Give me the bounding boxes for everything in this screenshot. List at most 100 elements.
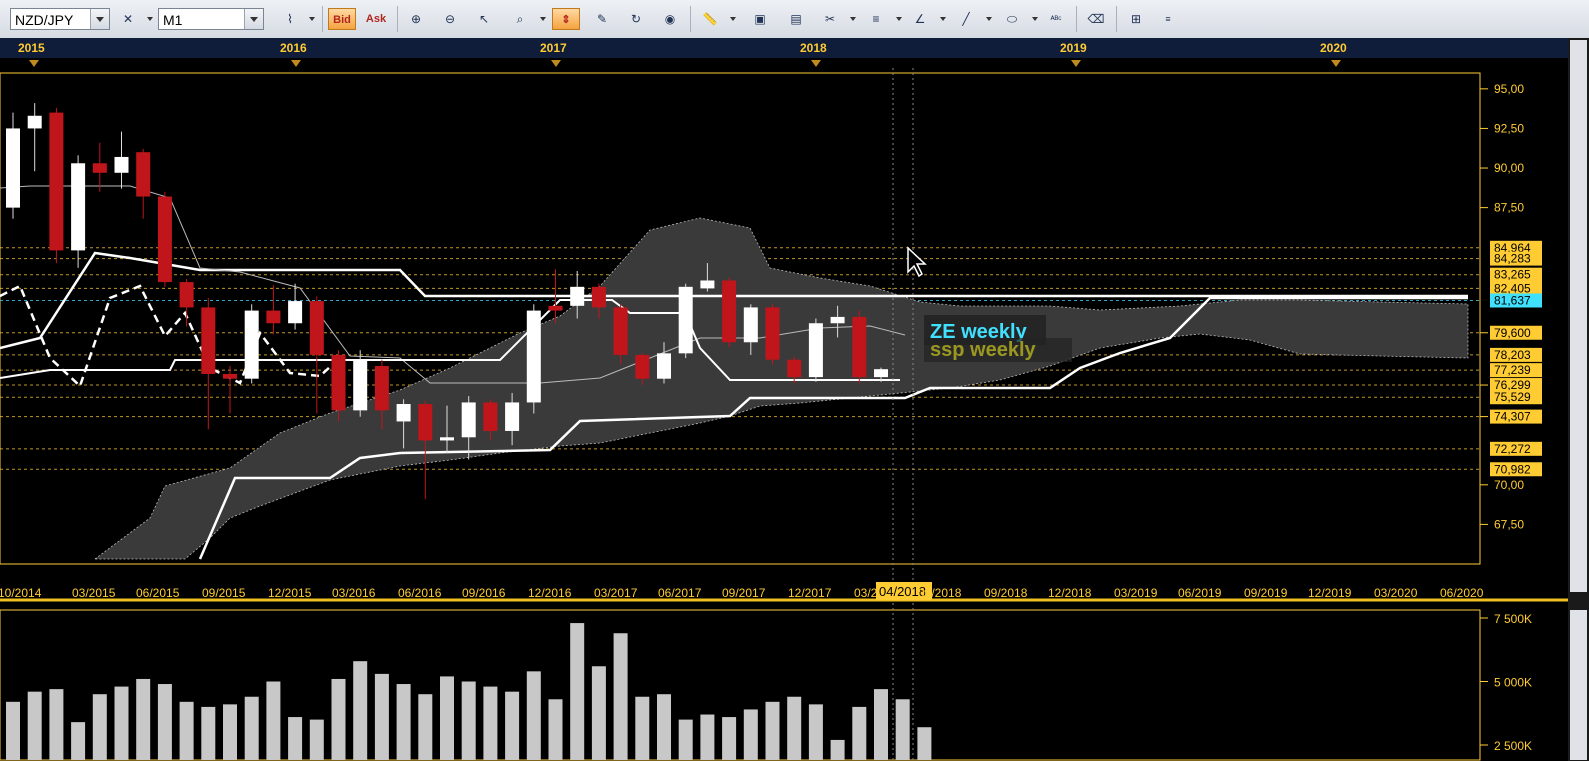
candle-body[interactable] [830,316,845,324]
lines-dropdown-icon[interactable] [896,17,902,21]
ellipse-icon[interactable]: ⬭ [1000,8,1024,30]
candle-body[interactable] [765,307,780,360]
fan-icon[interactable]: ∠ [908,8,932,30]
magnifier-icon[interactable]: ⌕ [508,8,532,30]
candle-body[interactable] [244,310,259,379]
chart-type-icon[interactable]: ⌇ [278,8,302,30]
ask-button[interactable]: Ask [362,8,390,30]
network-icon[interactable]: ⊞ [1124,8,1148,30]
candle-body[interactable] [678,286,693,354]
candle-body[interactable] [288,301,303,324]
volume-bar [114,686,129,760]
image-icon[interactable]: ▣ [748,8,772,30]
globe-icon[interactable]: ◉ [658,8,682,30]
chart-type-dropdown-icon[interactable] [309,17,315,21]
candle-body[interactable] [635,354,650,379]
candle-body[interactable] [6,128,20,208]
candle-body[interactable] [309,301,324,355]
price-label: 70,00 [1494,478,1524,492]
candle-body[interactable] [179,282,194,308]
candle-body[interactable] [548,305,563,311]
candle-body[interactable] [157,196,172,283]
candle-body[interactable] [613,307,628,355]
candle-body[interactable] [483,402,498,431]
timeframe-select[interactable]: M1 [158,8,264,30]
candle-body[interactable] [331,354,346,411]
candle-body[interactable] [71,163,86,251]
properties-icon[interactable]: ✎ [590,8,614,30]
crosshair-icon[interactable]: ✕ [116,8,140,30]
candle-body[interactable] [657,353,671,379]
candle-body[interactable] [461,402,476,438]
zoom-in-icon[interactable]: ⊕ [404,8,428,30]
ellipse-dropdown-icon[interactable] [1032,17,1038,21]
price-badge-label: 70,982 [1494,462,1531,476]
volume-scrollbar-track[interactable] [1570,610,1587,760]
toolbar-overflow-icon[interactable]: ≡ [1156,8,1180,30]
autoscroll-icon[interactable]: ⇕ [552,8,580,30]
candle-body[interactable] [526,310,541,403]
ruler-dropdown-icon[interactable] [730,17,736,21]
candle-body[interactable] [852,316,867,378]
zoom-out-icon[interactable]: ⊖ [438,8,462,30]
candle-body[interactable] [223,373,237,379]
volume-bar [483,686,498,760]
magnifier-dropdown-icon[interactable] [540,17,546,21]
candle-body[interactable] [418,404,433,441]
price-label: 67,50 [1494,517,1524,531]
candle-body[interactable] [874,369,888,378]
symbol-select[interactable]: NZD/JPY [10,8,110,30]
chevron-down-icon[interactable] [90,9,109,29]
price-badge-label: 74,307 [1494,410,1531,424]
date-label: 12/2019 [1308,586,1352,600]
price-chart[interactable]: ZE weekly ssp weekly 2015 2016 2017 2018 201… [0,38,1589,761]
chevron-down-icon[interactable] [244,9,263,29]
candle-body[interactable] [722,280,737,343]
candle-body[interactable] [787,359,802,378]
candle-body[interactable] [440,437,454,441]
candle-body[interactable] [591,286,606,308]
trendline-dropdown-icon[interactable] [986,17,992,21]
price-badge-label: 84,283 [1494,252,1531,266]
candle-body[interactable] [808,323,823,378]
tools-dropdown-icon[interactable] [850,17,856,21]
refresh-icon[interactable]: ↻ [624,8,648,30]
volume-bar [526,671,541,760]
candle-body[interactable] [374,366,389,411]
price-badge-label: 79,600 [1494,326,1531,340]
crosshair-dropdown-icon[interactable] [147,17,153,21]
fan-dropdown-icon[interactable] [940,17,946,21]
candle-body[interactable] [505,402,520,431]
candle-body[interactable] [92,163,107,173]
eraser-icon[interactable]: ⌫ [1084,8,1108,30]
bid-button[interactable]: Bid [328,8,356,30]
candle-body[interactable] [396,404,411,422]
candle-body[interactable] [266,310,281,324]
candle-body[interactable] [700,280,715,289]
template-icon[interactable]: ▤ [784,8,808,30]
candle-body[interactable] [743,307,758,343]
volume-bar [157,684,172,760]
volume-bar [179,701,194,760]
volume-bar [309,719,324,760]
volume-bar [223,704,237,760]
candle-body[interactable] [27,115,42,129]
date-label: 06/2017 [658,586,702,600]
trendline-icon[interactable]: ╱ [954,8,978,30]
price-label: 90,00 [1494,161,1524,175]
candle-body[interactable] [136,152,151,197]
ssp-weekly-label[interactable]: ssp weekly [930,339,1037,361]
ruler-icon[interactable]: 📏 [698,8,722,30]
toolbar-separator [322,6,323,32]
date-label: 09/2018 [984,586,1028,600]
candle-body[interactable] [201,307,216,374]
candle-body[interactable] [114,156,129,173]
lines-icon[interactable]: ≡ [864,8,888,30]
tools-icon[interactable]: ✂ [818,8,842,30]
candle-body[interactable] [49,112,64,251]
pointer-icon[interactable]: ↖ [472,8,496,30]
candle-body[interactable] [570,286,585,306]
scrollbar-track[interactable] [1570,40,1587,592]
text-tool-icon[interactable]: ᴬᴮᶜ [1044,8,1068,30]
candle-body[interactable] [353,359,368,411]
